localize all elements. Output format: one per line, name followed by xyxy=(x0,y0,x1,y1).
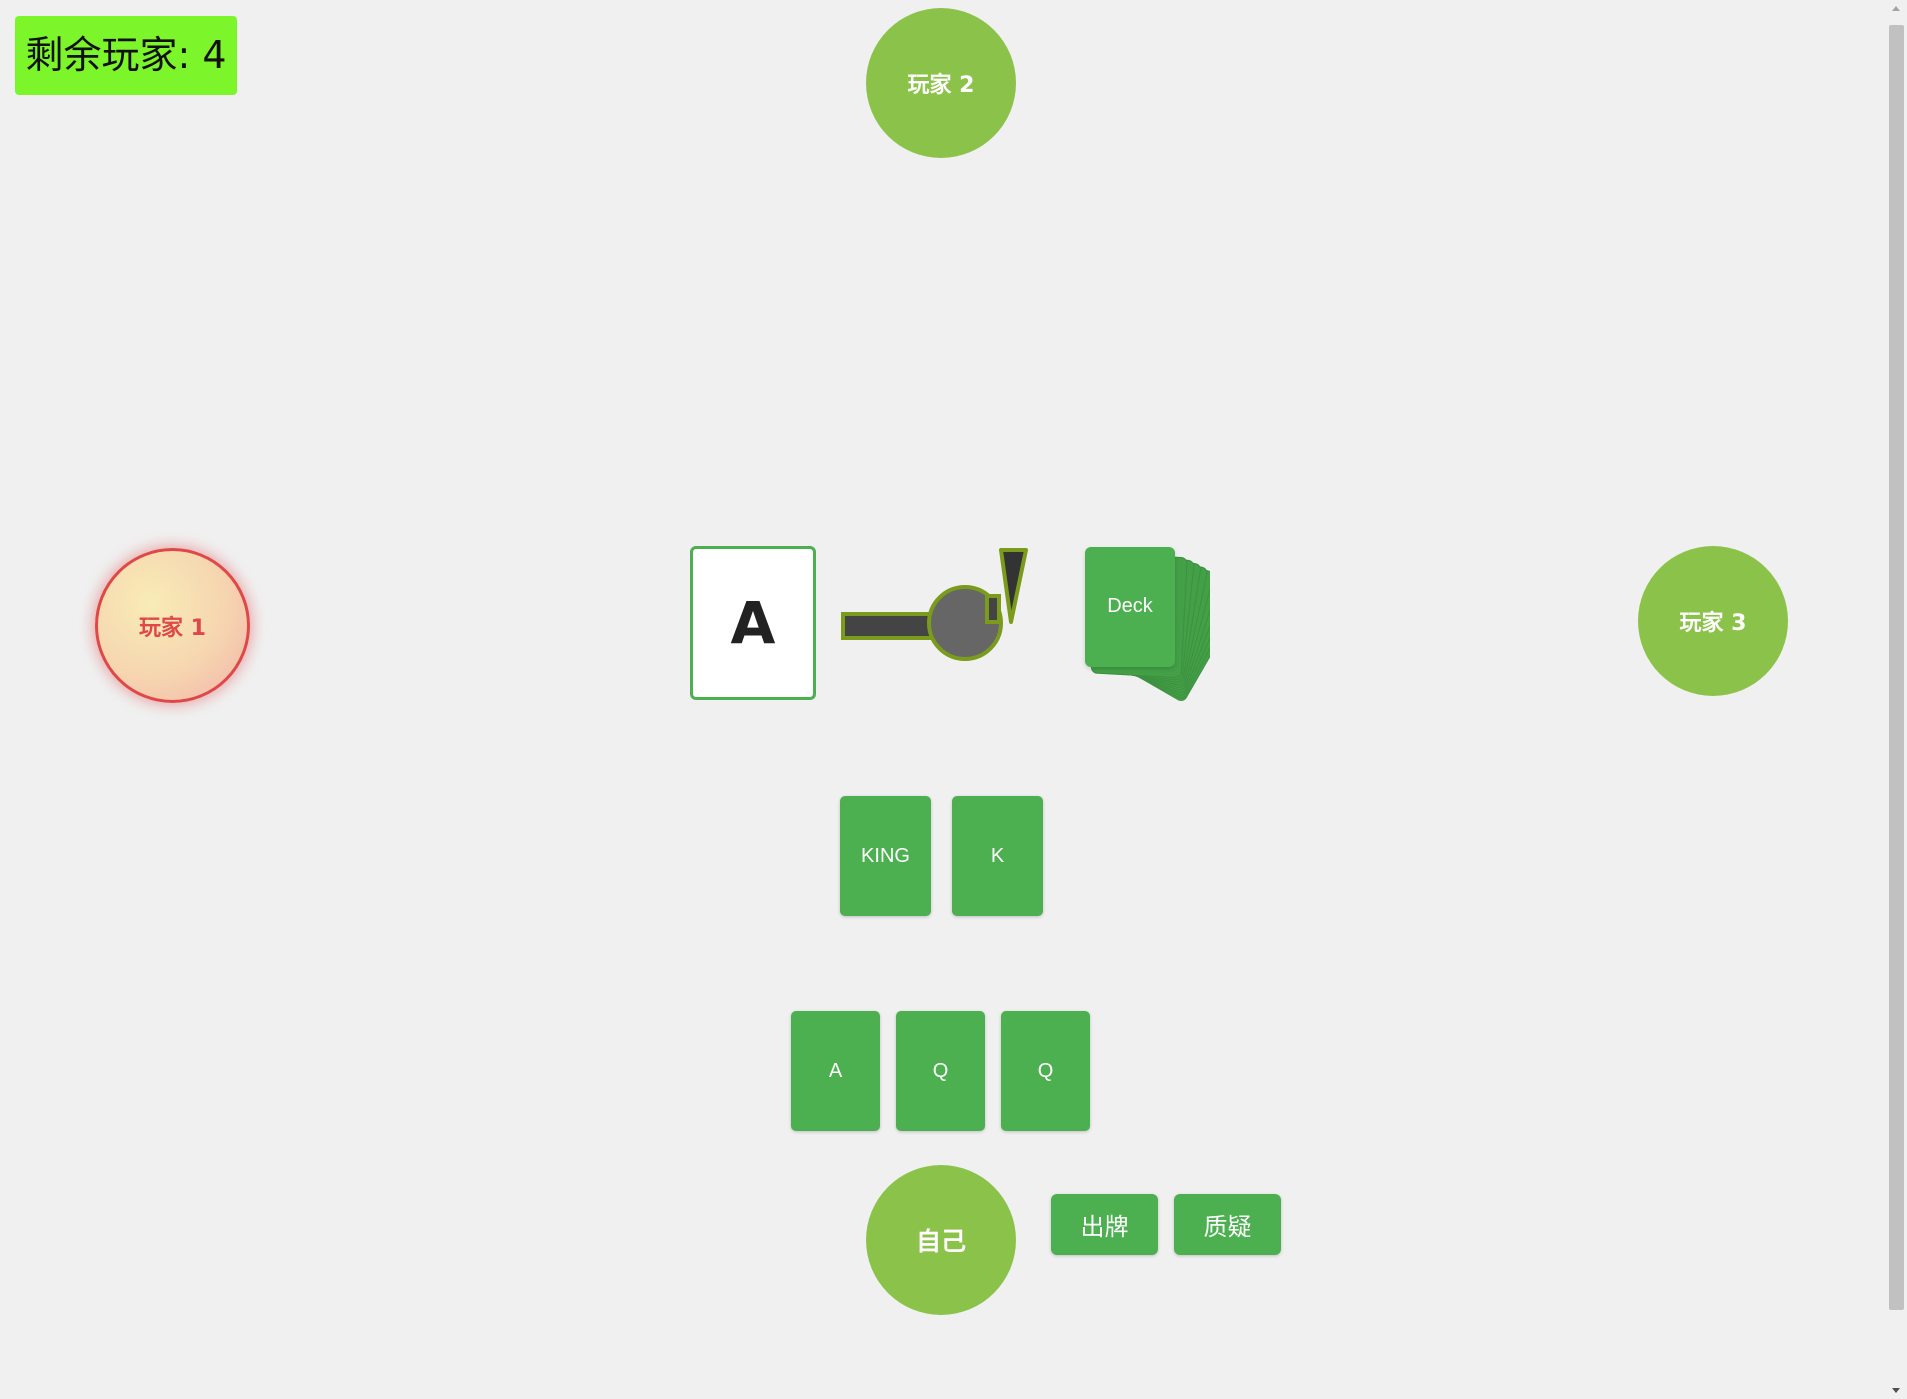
scroll-down-arrow-icon[interactable] xyxy=(1892,1388,1900,1393)
player-3-avatar[interactable]: 玩家 3 xyxy=(1638,546,1788,696)
challenge-button[interactable]: 质疑 xyxy=(1174,1194,1281,1255)
hand-card[interactable]: Q xyxy=(1001,1011,1090,1131)
remaining-players-badge: 剩余玩家: 4 xyxy=(15,16,237,95)
player-2-avatar[interactable]: 玩家 2 xyxy=(866,8,1016,158)
self-avatar: 自己 xyxy=(866,1165,1016,1315)
played-card: KING xyxy=(840,796,931,916)
hand-card[interactable]: A xyxy=(791,1011,880,1131)
deck-pile[interactable]: Deck xyxy=(1060,545,1210,755)
player-1-avatar[interactable]: 玩家 1 xyxy=(95,548,250,703)
deck-top-card[interactable]: Deck xyxy=(1085,547,1175,667)
play-cards-button[interactable]: 出牌 xyxy=(1051,1194,1158,1255)
vertical-scrollbar[interactable] xyxy=(1886,0,1907,1399)
scrollbar-thumb[interactable] xyxy=(1889,25,1904,1310)
hand-card[interactable]: Q xyxy=(896,1011,985,1131)
scroll-up-arrow-icon[interactable] xyxy=(1892,6,1900,11)
revealed-target-card: A xyxy=(690,546,816,700)
played-card: K xyxy=(952,796,1043,916)
revolver-icon xyxy=(841,548,1028,661)
